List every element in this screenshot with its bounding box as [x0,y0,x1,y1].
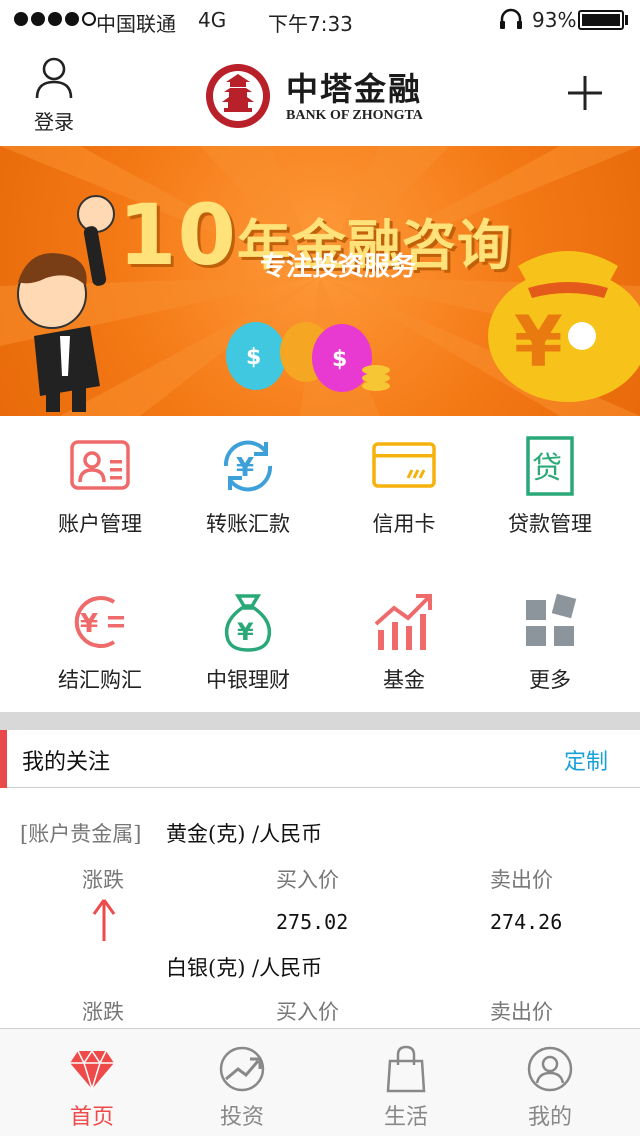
shopping-bag-icon [386,1045,426,1093]
exchange-icon: ¥ [74,596,124,648]
tab-label: 投资 [219,1105,264,1130]
diamond-icon [70,1049,114,1092]
gold-buy-price: 275.02 [276,910,349,934]
login-button[interactable]: 登录 [28,56,80,135]
tab-life[interactable]: 生活 [326,1029,486,1136]
service-wealth[interactable]: ¥ 中银理财 [168,572,328,720]
service-fund[interactable]: 基金 [324,572,484,720]
add-plus-icon[interactable] [566,74,604,112]
tab-home[interactable]: 首页 [12,1029,172,1136]
service-loan[interactable]: 贷 贷款管理 [470,416,630,564]
bank-logo: 中塔金融 BANK OF ZHONGTA [204,62,434,132]
change-header: 涨跌 [82,1000,124,1024]
headphone-icon [500,8,522,29]
service-account-management[interactable]: 账户管理 [20,416,180,564]
sell-price-header: 卖出价 [490,868,553,892]
more-grid-icon [526,593,577,646]
cartoon-man-icon [17,195,115,412]
battery-percent: 93% [532,8,577,32]
svg-text:贷: 贷 [532,451,562,486]
service-label: 更多 [529,668,571,692]
transfer-cycle-icon: ¥ [223,440,273,492]
quote-category: [账户贵金属] [20,822,142,846]
service-label: 结汇购汇 [58,668,142,692]
svg-text:¥: ¥ [237,618,254,646]
status-time: 下午7:33 [268,12,353,36]
pagoda-logo-icon [206,64,270,128]
customize-link[interactable]: 定制 [564,744,608,776]
quote-silver-name: 白银(克) /人民币 [166,956,323,980]
buy-price-header: 买入价 [276,1000,339,1024]
money-bag-icon: ¥ [224,594,272,652]
quote-gold-name: 黄金(克) /人民币 [166,822,323,846]
svg-text:$: $ [246,345,261,370]
arrow-up-icon [92,899,116,941]
svg-text:$: $ [332,347,347,372]
svg-text:¥: ¥ [236,453,254,483]
tab-label: 生活 [383,1105,428,1130]
network-type: 4G [198,8,227,32]
tab-mine[interactable]: 我的 [470,1029,630,1136]
service-label: 贷款管理 [508,512,592,536]
service-more[interactable]: 更多 [470,572,630,720]
bank-name-en: BANK OF ZHONGTA [286,108,423,123]
status-bar: 中国联通 4G 下午7:33 93% [0,0,640,40]
tab-invest[interactable]: 投资 [162,1029,322,1136]
profile-circle-icon [527,1046,573,1092]
user-icon [35,57,73,99]
change-header: 涨跌 [82,868,124,892]
trend-circle-icon [219,1046,265,1092]
tab-label: 首页 [69,1105,114,1130]
carrier-name: 中国联通 [96,12,176,36]
buy-price-header: 买入价 [276,868,339,892]
service-label: 信用卡 [372,512,436,536]
svg-text:¥: ¥ [514,301,563,383]
service-label: 账户管理 [58,512,142,536]
gold-sell-price: 274.26 [490,910,563,934]
svg-text:¥: ¥ [80,609,98,639]
promo-banner[interactable]: 10年金融咨询 专注投资服务 $ $ ¥ [0,146,640,416]
my-follow-header: 我的关注 定制 [0,730,640,788]
services-grid: 账户管理 ¥ 转账汇款 信用卡 贷 贷款管理 ¥ 结汇购汇 ¥ 中银理财 基金 … [0,416,640,712]
service-credit-card[interactable]: 信用卡 [324,416,484,564]
section-accent-bar [0,730,7,788]
fund-chart-icon [374,594,432,650]
bottom-tab-bar: 首页 投资 生活 我的 [0,1028,640,1136]
money-bags-icon: $ $ [226,322,390,392]
my-follow-title: 我的关注 [22,750,111,775]
quotes-list: [账户贵金属] 黄金(克) /人民币 涨跌 买入价 卖出价 275.02 274… [0,790,640,1030]
service-exchange[interactable]: ¥ 结汇购汇 [20,572,180,720]
signal-strength-icon [14,12,96,26]
section-divider [0,712,640,730]
service-label: 转账汇款 [206,512,290,536]
bank-name-cn: 中塔金融 [286,70,423,108]
sell-price-header: 卖出价 [490,1000,553,1024]
gold-money-bag-icon: ¥ [488,251,640,402]
battery-icon [578,10,624,30]
loan-icon: 贷 [526,436,574,496]
app-header: 登录 中塔金融 BANK OF ZHONGTA [0,40,640,146]
service-label: 基金 [383,668,425,692]
tab-label: 我的 [527,1105,572,1130]
credit-card-icon [372,442,436,488]
banner-subtitle: 专注投资服务 [260,252,417,282]
service-label: 中银理财 [206,668,290,692]
service-transfer[interactable]: ¥ 转账汇款 [168,416,328,564]
login-label: 登录 [34,110,74,134]
account-card-icon [70,440,130,490]
